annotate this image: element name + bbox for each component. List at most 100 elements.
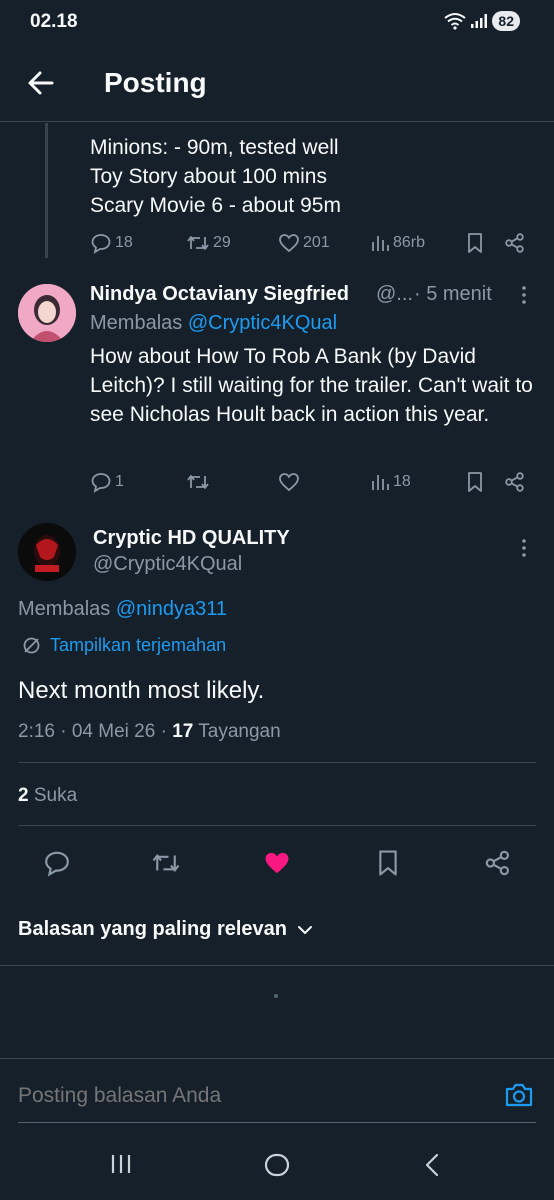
reply-icon (91, 473, 111, 493)
status-bar: 02.18 82 (0, 0, 554, 44)
back-button[interactable] (24, 66, 58, 100)
wifi-icon (444, 13, 467, 30)
share-button[interactable] (484, 849, 512, 877)
header: Posting (0, 50, 554, 122)
avatar-image (18, 284, 76, 342)
recent-apps-button[interactable] (109, 1152, 133, 1176)
reply-author-handle[interactable]: @... (376, 283, 413, 306)
more-options-button[interactable] (520, 284, 528, 306)
reply-time: · 5 menit (414, 283, 492, 305)
bookmark-button[interactable] (466, 232, 484, 254)
share-icon (505, 233, 524, 253)
share-button[interactable] (504, 471, 526, 493)
divider (18, 762, 536, 763)
heart-icon (279, 234, 299, 253)
retweet-icon (187, 236, 209, 250)
replying-to: Membalas @nindya311 (18, 598, 227, 621)
prev-tweet-line: Scary Movie 6 - about 95m (90, 194, 341, 217)
likes-count: 2 (18, 785, 29, 806)
like-count: 201 (303, 234, 330, 251)
arrow-left-icon (28, 71, 54, 95)
views-count: 18 (393, 473, 411, 490)
home-button[interactable] (264, 1152, 290, 1178)
heart-filled-icon (265, 852, 289, 874)
home-icon (264, 1153, 290, 1177)
views-button[interactable]: 18 (370, 472, 411, 492)
likes-summary[interactable]: 2 Suka (18, 785, 77, 807)
bookmark-button[interactable] (466, 471, 484, 493)
reply-icon (45, 851, 69, 877)
replying-to-link[interactable]: @nindya311 (116, 598, 227, 620)
views-count: 86rb (393, 234, 426, 251)
avatar[interactable] (18, 523, 76, 581)
retweet-icon (152, 854, 180, 872)
camera-icon (505, 1083, 533, 1107)
main-tweet-text: Next month most likely. (18, 677, 265, 704)
reply-count: 1 (115, 473, 124, 490)
sort-dropdown[interactable]: Balasan yang paling relevan (18, 918, 313, 941)
divider (18, 825, 536, 826)
translate-icon (23, 637, 40, 654)
share-icon (485, 850, 510, 876)
replying-to: Membalas @Cryptic4KQual (90, 312, 337, 335)
tweet-timestamp: 2:16 · 04 Mei 26 · (18, 721, 167, 742)
like-button[interactable] (278, 471, 300, 493)
signal-icon (471, 14, 488, 28)
avatar-image (18, 523, 76, 581)
prev-tweet-line: Toy Story about 100 mins (90, 165, 327, 188)
like-button[interactable] (262, 849, 292, 877)
sort-label: Balasan yang paling relevan (18, 918, 287, 940)
share-button[interactable] (504, 232, 526, 254)
replying-prefix: Membalas (90, 312, 183, 334)
avatar[interactable] (18, 284, 76, 342)
reply-tweet-actions: 1 18 (0, 469, 554, 495)
views-button[interactable]: 86rb (370, 233, 425, 253)
replying-prefix: Membalas (18, 598, 111, 620)
views-chart-icon (372, 475, 389, 490)
retweet-icon (187, 475, 209, 489)
back-nav-button[interactable] (422, 1152, 442, 1178)
prev-tweet-actions: 18 29 201 86rb (0, 230, 554, 256)
replying-to-link[interactable]: @Cryptic4KQual (188, 312, 337, 334)
share-icon (505, 472, 524, 492)
heart-icon (279, 473, 299, 492)
translate-button[interactable]: Tampilkan terjemahan (22, 635, 226, 656)
reply-button[interactable]: 1 (90, 471, 124, 493)
retweet-button[interactable] (151, 849, 181, 877)
reply-author-name[interactable]: Nindya Octaviany Siegfried (90, 283, 349, 306)
reply-button[interactable]: 18 (90, 232, 133, 254)
page-title: Posting (104, 67, 207, 98)
like-button[interactable]: 201 (278, 232, 330, 254)
translate-label: Tampilkan terjemahan (50, 635, 227, 655)
chevron-left-icon (425, 1153, 439, 1177)
more-vertical-icon (522, 539, 526, 557)
reply-tweet-text: How about How To Rob A Bank (by David Le… (90, 345, 533, 426)
retweet-button[interactable] (186, 471, 210, 493)
retweet-button[interactable]: 29 (186, 232, 231, 254)
bookmark-icon (468, 472, 482, 492)
status-time: 02.18 (30, 11, 78, 32)
loading-dot (274, 994, 278, 998)
bookmark-icon (379, 850, 397, 876)
reply-icon (91, 234, 111, 254)
likes-label: Suka (33, 785, 78, 806)
reply-input-underline (18, 1122, 536, 1123)
views-chart-icon (372, 236, 389, 251)
views-label: Tayangan (198, 721, 281, 742)
status-icons: 82 (444, 11, 520, 31)
reply-count: 18 (115, 234, 133, 251)
retweet-count: 29 (213, 234, 231, 251)
more-options-button[interactable] (520, 537, 528, 559)
divider (0, 965, 554, 966)
recent-apps-icon (111, 1155, 131, 1173)
more-vertical-icon (522, 286, 526, 304)
system-nav-bar (0, 1130, 554, 1200)
reply-input[interactable] (18, 1084, 478, 1108)
bookmark-button[interactable] (376, 849, 400, 877)
prev-tweet-line: Minions: - 90m, tested well (90, 136, 339, 159)
main-author-name[interactable]: Cryptic HD QUALITY (93, 527, 290, 550)
reply-button[interactable] (43, 849, 71, 877)
main-author-handle[interactable]: @Cryptic4KQual (93, 553, 242, 576)
camera-button[interactable] (504, 1081, 534, 1109)
bookmark-icon (468, 233, 482, 253)
